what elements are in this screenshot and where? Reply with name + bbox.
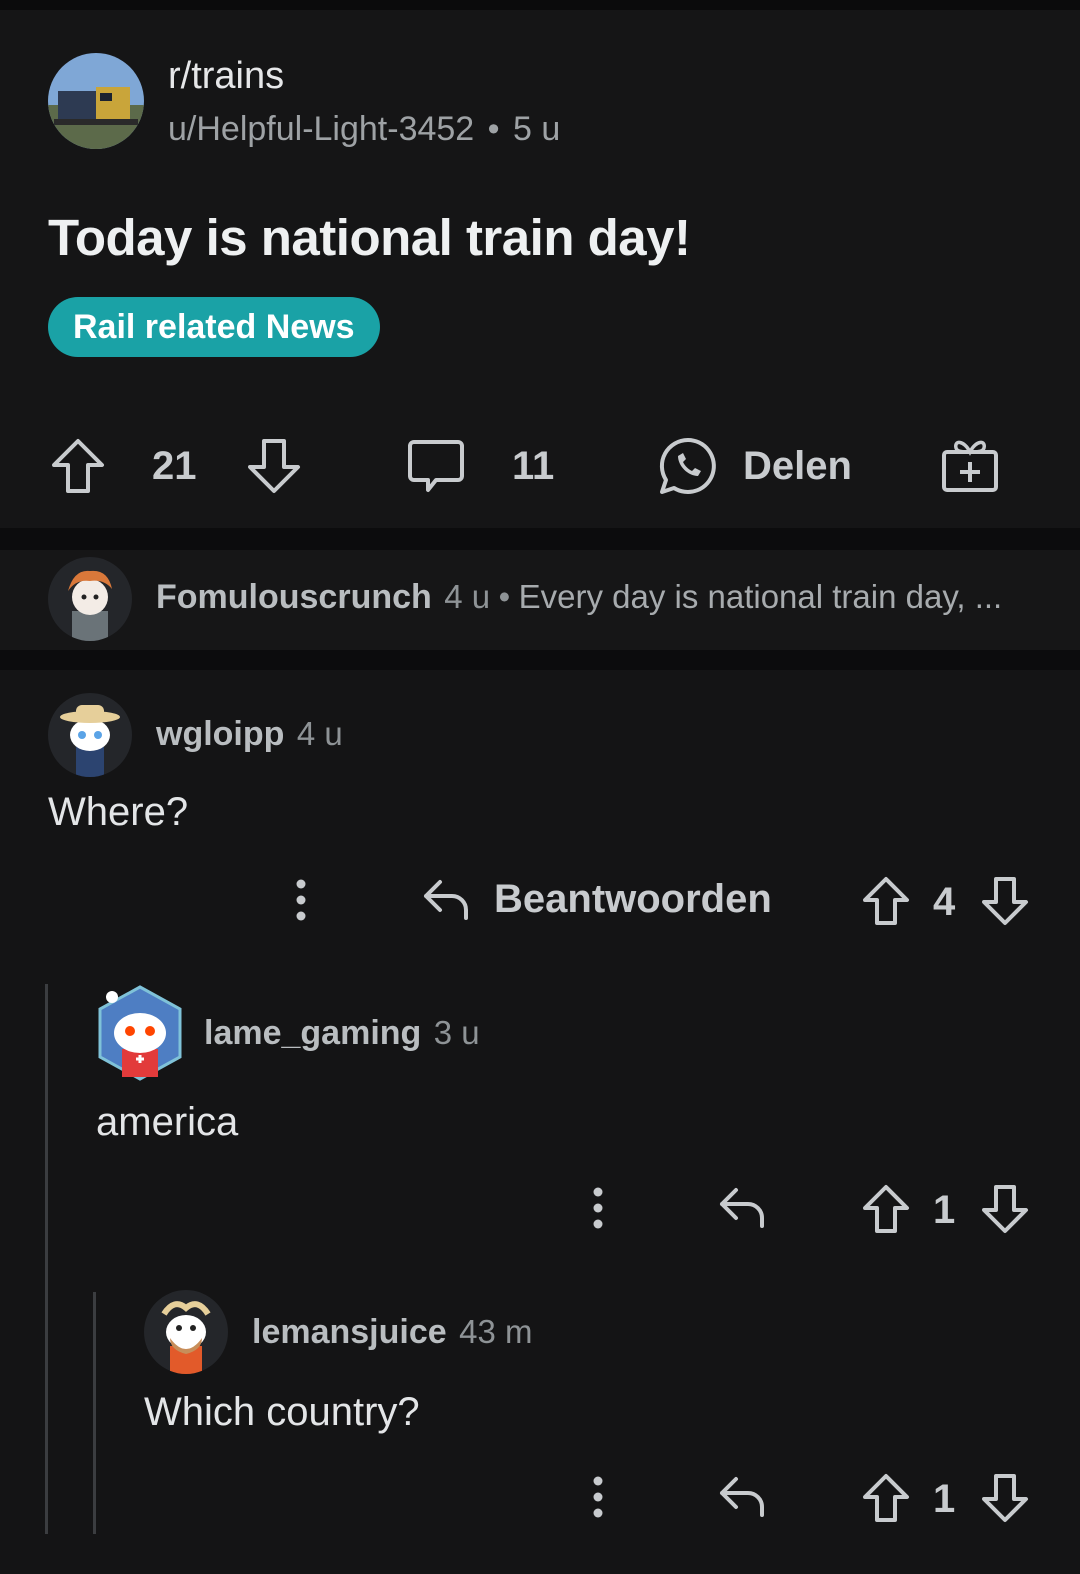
post-vote-count: 21 bbox=[152, 444, 197, 488]
more-icon[interactable] bbox=[587, 1186, 609, 1230]
subreddit-avatar[interactable] bbox=[48, 53, 144, 149]
comment-username[interactable]: lame_gaming bbox=[204, 1014, 421, 1052]
comment-age: 3 u bbox=[433, 1014, 480, 1051]
comment-header: lame_gaming 3 u bbox=[204, 1014, 480, 1053]
more-icon[interactable] bbox=[587, 1475, 609, 1519]
meta-separator: • bbox=[498, 578, 511, 615]
reply-label: Beantwoorden bbox=[494, 876, 772, 921]
comment-username[interactable]: Fomulouscrunch bbox=[156, 578, 432, 616]
comment-preview: Every day is national train day, ... bbox=[518, 578, 1003, 615]
comment-username[interactable]: wgloipp bbox=[156, 715, 284, 753]
upvote-icon[interactable] bbox=[862, 876, 910, 926]
reply-icon bbox=[422, 876, 470, 922]
more-icon[interactable] bbox=[290, 878, 312, 922]
upvote-icon[interactable] bbox=[50, 437, 106, 495]
avatar[interactable] bbox=[92, 983, 188, 1083]
comment-header: lemansjuice 43 m bbox=[252, 1313, 532, 1352]
downvote-icon[interactable] bbox=[981, 876, 1029, 926]
collapsed-comment-row: Fomulouscrunch 4 u • Every day is nation… bbox=[156, 578, 1002, 617]
share-button[interactable]: Delen bbox=[743, 444, 852, 489]
post-flair[interactable]: Rail related News bbox=[48, 297, 380, 357]
comment-age: 43 m bbox=[459, 1313, 533, 1350]
comment-body: Where? bbox=[48, 790, 189, 834]
comment-vote-count: 1 bbox=[933, 1188, 956, 1232]
avatar[interactable] bbox=[144, 1290, 228, 1374]
meta-separator: • bbox=[487, 110, 500, 148]
post-title: Today is national train day! bbox=[48, 209, 691, 266]
downvote-icon[interactable] bbox=[981, 1184, 1029, 1234]
thread-line[interactable] bbox=[45, 984, 48, 1534]
subreddit-name[interactable]: r/trains bbox=[168, 55, 284, 98]
reply-button[interactable]: Beantwoorden bbox=[422, 876, 772, 922]
comment-vote-count: 1 bbox=[933, 1477, 956, 1521]
section-divider bbox=[0, 528, 1080, 550]
avatar[interactable] bbox=[48, 557, 132, 641]
whatsapp-icon[interactable] bbox=[656, 436, 720, 498]
downvote-icon[interactable] bbox=[981, 1473, 1029, 1523]
comment-body: america bbox=[96, 1100, 239, 1144]
avatar[interactable] bbox=[48, 693, 132, 777]
post-author[interactable]: u/Helpful-Light-3452 bbox=[168, 110, 474, 148]
section-divider bbox=[0, 650, 1080, 670]
upvote-icon[interactable] bbox=[862, 1184, 910, 1234]
comment-body: Which country? bbox=[144, 1390, 420, 1434]
comment-age: 4 u bbox=[444, 578, 491, 615]
post-comment-count: 11 bbox=[512, 444, 555, 488]
downvote-icon[interactable] bbox=[246, 437, 302, 495]
award-icon[interactable] bbox=[940, 436, 1000, 494]
comment-username[interactable]: lemansjuice bbox=[252, 1313, 447, 1351]
comment-vote-count: 4 bbox=[933, 880, 956, 924]
thread-line[interactable] bbox=[93, 1292, 96, 1534]
post-age: 5 u bbox=[513, 110, 561, 148]
top-divider bbox=[0, 0, 1080, 10]
comment-header: wgloipp 4 u bbox=[156, 715, 343, 754]
comment-age: 4 u bbox=[296, 715, 343, 752]
reply-icon[interactable] bbox=[718, 1184, 766, 1230]
post-meta: u/Helpful-Light-3452 • 5 u bbox=[168, 110, 560, 149]
comment-icon[interactable] bbox=[406, 436, 466, 496]
reply-icon[interactable] bbox=[718, 1473, 766, 1519]
upvote-icon[interactable] bbox=[862, 1473, 910, 1523]
